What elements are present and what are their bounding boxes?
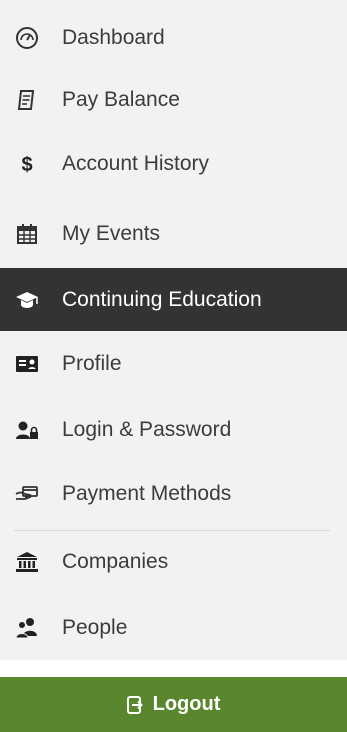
bank-icon: [14, 549, 40, 575]
menu-item-label: Continuing Education: [62, 287, 262, 311]
sign-out-icon: [126, 695, 145, 714]
menu-item-my-events[interactable]: My Events: [0, 204, 347, 264]
user-lock-icon: [14, 417, 40, 443]
menu-item-label: Account History: [62, 152, 210, 175]
graduation-cap-icon: [14, 287, 40, 313]
menu-item-label: People: [62, 616, 128, 639]
menu-item-label: Companies: [62, 550, 169, 573]
menu-item-label: Login & Password: [62, 418, 232, 441]
menu-item-payment-methods[interactable]: Payment Methods: [0, 464, 347, 524]
hand-payment-icon: [14, 481, 40, 507]
menu-divider: [14, 530, 330, 531]
svg-text:$: $: [21, 154, 32, 176]
menu-item-label: Profile: [62, 352, 122, 375]
dollar-icon: $: [14, 151, 40, 177]
menu-item-people[interactable]: People: [0, 598, 347, 658]
menu-item-pay-balance[interactable]: Pay Balance: [0, 70, 347, 130]
calendar-icon: [14, 221, 40, 247]
menu-item-account-history[interactable]: $ Account History: [0, 134, 347, 194]
receipt-icon: [14, 87, 40, 113]
menu-item-companies[interactable]: Companies: [0, 532, 347, 592]
menu-item-profile[interactable]: Profile: [0, 334, 347, 394]
account-sidebar-menu: Dashboard Pay Balance $ Account History …: [0, 0, 347, 660]
menu-item-continuing-education[interactable]: Continuing Education: [0, 268, 347, 331]
dashboard-gauge-icon: [14, 25, 40, 51]
menu-item-label: My Events: [62, 222, 161, 245]
menu-item-login-password[interactable]: Login & Password: [0, 400, 347, 460]
menu-item-label: Payment Methods: [62, 482, 232, 505]
menu-item-label: Dashboard: [62, 26, 165, 49]
id-card-icon: [14, 351, 40, 377]
menu-item-label: Pay Balance: [62, 88, 180, 111]
logout-button[interactable]: Logout: [0, 677, 347, 732]
people-icon: [14, 615, 40, 641]
logout-label: Logout: [152, 693, 221, 715]
menu-item-dashboard[interactable]: Dashboard: [0, 8, 347, 68]
